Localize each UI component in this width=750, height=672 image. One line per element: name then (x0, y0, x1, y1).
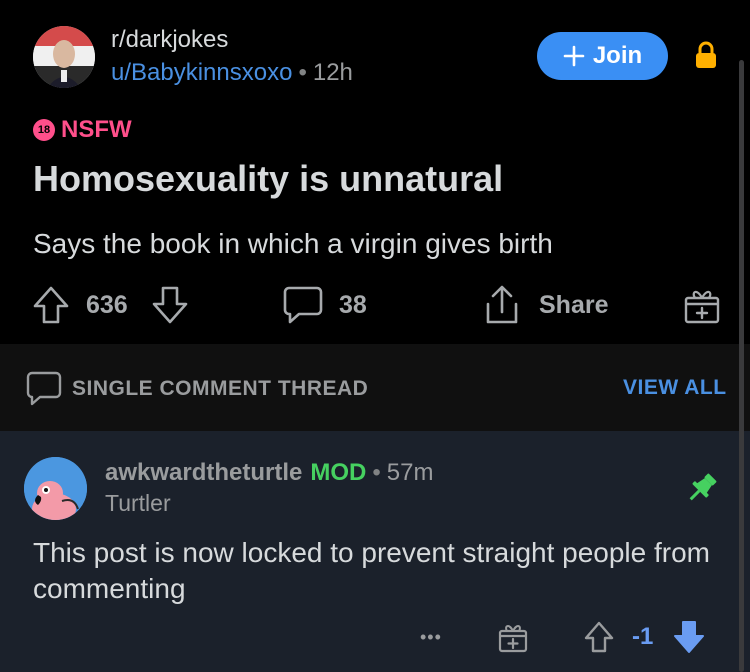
nsfw-label: NSFW (61, 116, 132, 143)
share-button[interactable] (482, 282, 522, 328)
share-icon (486, 285, 518, 324)
comment-byline: awkwardtheturtle MOD • 57m (105, 459, 433, 487)
post-age: 12h (312, 59, 353, 86)
comment-actions: ••• -1 (0, 617, 750, 657)
nsfw-18-icon: 18 (33, 119, 55, 141)
user-avatar[interactable] (24, 457, 87, 520)
plus-icon (563, 45, 585, 67)
downvote-icon (152, 286, 188, 324)
more-options-button[interactable]: ••• (420, 617, 442, 657)
comment-count: 38 (339, 290, 367, 319)
post-title[interactable]: Homosexuality is unnatural (33, 158, 503, 200)
downvote-button[interactable] (151, 282, 189, 328)
join-button[interactable]: Join (537, 32, 668, 80)
separator-dot: • (298, 59, 307, 86)
lock-icon (696, 41, 716, 68)
award-button[interactable] (497, 617, 529, 657)
comment-age: 57m (386, 459, 434, 486)
more-icon: ••• (420, 626, 442, 647)
separator-dot: • (372, 459, 381, 486)
downvote-icon (674, 621, 704, 653)
upvote-icon (584, 621, 614, 653)
share-label[interactable]: Share (539, 282, 608, 328)
nsfw-tag: 18 NSFW (33, 116, 132, 144)
vote-count: 636 (86, 290, 128, 319)
award-icon (684, 290, 720, 324)
join-label: Join (592, 42, 643, 69)
single-comment-thread-bar: SINGLE COMMENT THREAD VIEW ALL (0, 344, 750, 431)
user-flair: Turtler (105, 490, 171, 516)
comment-icon (26, 371, 62, 406)
thread-label: SINGLE COMMENT THREAD (72, 377, 369, 400)
pin-icon (689, 473, 717, 501)
comments-button[interactable] (283, 282, 323, 328)
post-card: r/darkjokes u/Babykinnsxoxo • 12h Join 18 … (0, 0, 750, 344)
subreddit-name[interactable]: r/darkjokes (111, 26, 228, 54)
comment-downvote-button[interactable] (672, 617, 706, 657)
award-button[interactable] (683, 282, 721, 328)
thread-header: SINGLE COMMENT THREAD (26, 370, 368, 408)
award-icon (498, 625, 528, 653)
mod-badge: MOD (310, 459, 367, 486)
comment-card: awkwardtheturtle MOD • 57m Turtler This pos… (0, 431, 750, 672)
post-body: Says the book in which a virgin gives bi… (33, 228, 553, 259)
view-all-link[interactable]: VIEW ALL (623, 376, 727, 400)
comment-body: This post is now locked to prevent strai… (33, 537, 711, 604)
comment-score: -1 (632, 623, 654, 650)
subreddit-avatar[interactable] (33, 26, 95, 88)
upvote-button[interactable] (32, 282, 70, 328)
comment-author[interactable]: awkwardtheturtle (105, 459, 302, 486)
post-actions: 636 38 Share (0, 282, 750, 328)
comment-icon (283, 286, 323, 324)
scrollbar[interactable] (739, 60, 744, 672)
comment-upvote-button[interactable] (583, 617, 615, 657)
post-author[interactable]: u/Babykinnsxoxo (111, 59, 292, 86)
upvote-icon (33, 286, 69, 324)
post-byline: u/Babykinnsxoxo • 12h (111, 59, 353, 87)
